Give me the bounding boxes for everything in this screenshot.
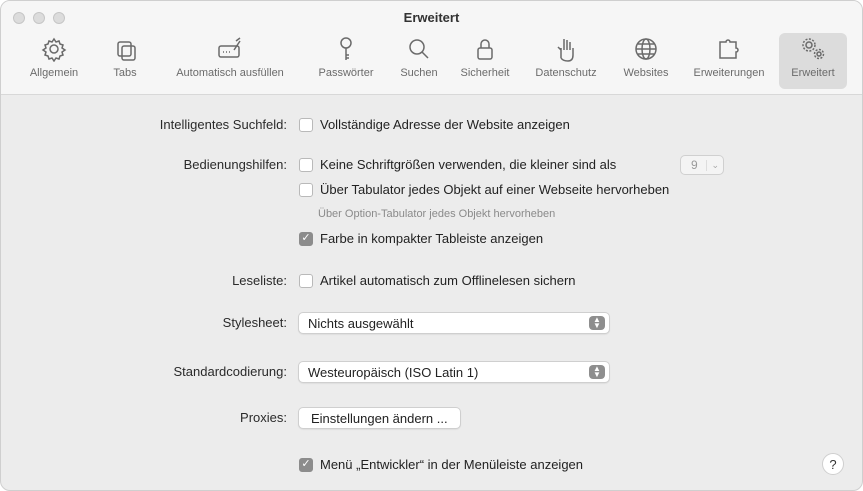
- key-icon: [340, 37, 352, 60]
- developer-menu-option-label: Menü „Entwickler“ in der Menüleiste anze…: [320, 457, 584, 472]
- toolbar-item-passwords[interactable]: Passwörter: [311, 33, 381, 89]
- compact-tab-color-option-label: Farbe in kompakter Tableiste anzeigen: [320, 231, 544, 246]
- smart-search-checkbox[interactable]: [299, 117, 313, 132]
- reading-list-label: Leseliste:: [232, 273, 287, 288]
- preferences-window: Erweitert Allgemein Tabs Automatisch aus…: [0, 0, 863, 491]
- stylesheet-popup[interactable]: Nichts ausgewählt ▲ ▼: [298, 312, 610, 334]
- toolbar-item-label: Tabs: [113, 67, 137, 79]
- min-font-size-value: 9: [691, 158, 698, 172]
- toolbar-item-allgemein[interactable]: Allgemein: [15, 33, 93, 89]
- window-title: Erweitert: [403, 10, 460, 25]
- toolbar-item-label: Erweitert: [791, 67, 835, 79]
- toolbar-item-label: Automatisch ausfüllen: [176, 67, 284, 79]
- toolbar-item-advanced[interactable]: Erweitert: [779, 33, 847, 89]
- toolbar-item-label: Websites: [623, 67, 669, 79]
- toolbar-item-security[interactable]: Sicherheit: [451, 33, 519, 89]
- tab-highlight-checkbox[interactable]: [299, 182, 313, 197]
- proxies-settings-button[interactable]: Einstellungen ändern ...: [298, 407, 461, 429]
- developer-menu-option[interactable]: ✓ Menü „Entwickler“ in der Menüleiste an…: [299, 457, 583, 472]
- toolbar-item-search[interactable]: Suchen: [391, 33, 447, 89]
- min-font-size-select[interactable]: 9 ⌄: [680, 155, 724, 175]
- gear-icon: [41, 37, 67, 62]
- hand-icon: [557, 39, 574, 62]
- toolbar-item-label: Passwörter: [318, 67, 374, 79]
- toolbar-item-label: Allgemein: [29, 67, 79, 79]
- developer-menu-checkbox[interactable]: ✓: [299, 457, 313, 472]
- min-font-option[interactable]: Keine Schriftgrößen verwenden, die klein…: [299, 157, 616, 172]
- stylesheet-label: Stylesheet:: [222, 315, 287, 330]
- encoding-popup[interactable]: Westeuropäisch (ISO Latin 1) ▲ ▼: [298, 361, 610, 383]
- tab-highlight-option-label: Über Tabulator jedes Objekt auf einer We…: [320, 182, 670, 197]
- reading-list-checkbox[interactable]: [299, 273, 313, 288]
- encoding-value: Westeuropäisch (ISO Latin 1): [308, 364, 479, 380]
- stylesheet-value: Nichts ausgewählt: [308, 315, 414, 331]
- min-font-option-label: Keine Schriftgrößen verwenden, die klein…: [320, 157, 617, 172]
- titlebar: Erweitert Allgemein Tabs Automatisch aus…: [1, 1, 862, 95]
- proxies-label: Proxies:: [240, 410, 287, 425]
- toolbar-item-label: Erweiterungen: [693, 67, 765, 79]
- smart-search-label: Intelligentes Suchfeld:: [159, 117, 287, 132]
- help-button[interactable]: ?: [822, 453, 844, 475]
- tab-highlight-option[interactable]: Über Tabulator jedes Objekt auf einer We…: [299, 182, 669, 197]
- toolbar-item-privacy[interactable]: Datenschutz: [525, 33, 607, 89]
- smart-search-option[interactable]: Vollständige Adresse der Website anzeige…: [299, 117, 570, 132]
- autofill-icon: [218, 37, 241, 58]
- toolbar-item-tabs[interactable]: Tabs: [103, 33, 147, 89]
- toolbar-item-label: Datenschutz: [535, 67, 597, 79]
- smart-search-option-label: Vollständige Adresse der Website anzeige…: [320, 117, 570, 132]
- accessibility-label: Bedienungshilfen:: [183, 157, 287, 172]
- lock-icon: [477, 39, 493, 60]
- globe-icon: [635, 38, 657, 60]
- toolbar-item-websites[interactable]: Websites: [613, 33, 679, 89]
- puzzle-icon: [719, 39, 739, 59]
- chevron-down-icon: ⌄: [706, 159, 719, 171]
- up-down-chevron-icon: ▲ ▼: [589, 365, 605, 379]
- reading-list-option[interactable]: Artikel automatisch zum Offlinelesen sic…: [299, 273, 576, 288]
- compact-tab-color-option[interactable]: ✓ Farbe in kompakter Tableiste anzeigen: [299, 231, 543, 246]
- search-icon: [409, 39, 429, 59]
- advanced-settings-pane: Intelligentes Suchfeld: Vollständige Adr…: [1, 96, 862, 490]
- tab-highlight-hint: Über Option-Tabulator jedes Objekt hervo…: [318, 208, 556, 220]
- toolbar-item-label: Suchen: [400, 67, 438, 79]
- up-down-chevron-icon: ▲ ▼: [589, 316, 605, 330]
- toolbar-item-extensions[interactable]: Erweiterungen: [683, 33, 775, 89]
- toolbar-item-autofill[interactable]: Automatisch ausfüllen: [157, 33, 303, 89]
- compact-tab-color-checkbox[interactable]: ✓: [299, 231, 313, 246]
- toolbar-item-label: Sicherheit: [460, 67, 510, 79]
- reading-list-option-label: Artikel automatisch zum Offlinelesen sic…: [320, 273, 576, 288]
- min-font-checkbox[interactable]: [299, 157, 313, 172]
- encoding-label: Standardcodierung:: [173, 364, 287, 379]
- gears-icon: [802, 38, 825, 60]
- tabs-icon: [117, 41, 136, 61]
